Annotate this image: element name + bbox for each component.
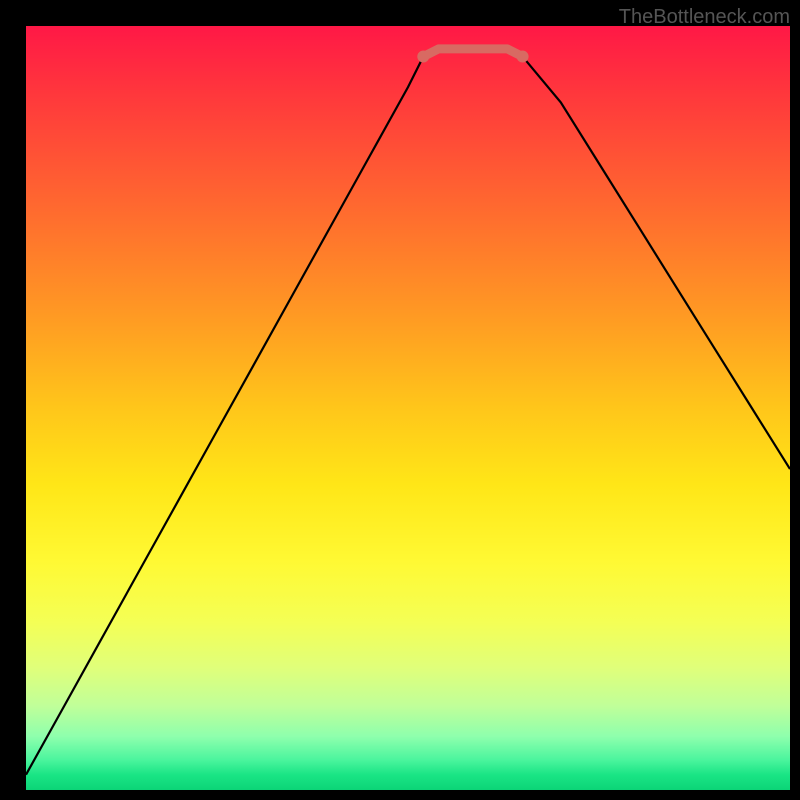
watermark-text: TheBottleneck.com: [619, 6, 790, 29]
bottleneck-chart: [26, 26, 790, 790]
optimal-range-marker: [423, 49, 522, 57]
bottleneck-curve-line: [26, 49, 790, 775]
optimal-range-end-dot: [517, 51, 529, 63]
optimal-range-start-dot: [417, 51, 429, 63]
